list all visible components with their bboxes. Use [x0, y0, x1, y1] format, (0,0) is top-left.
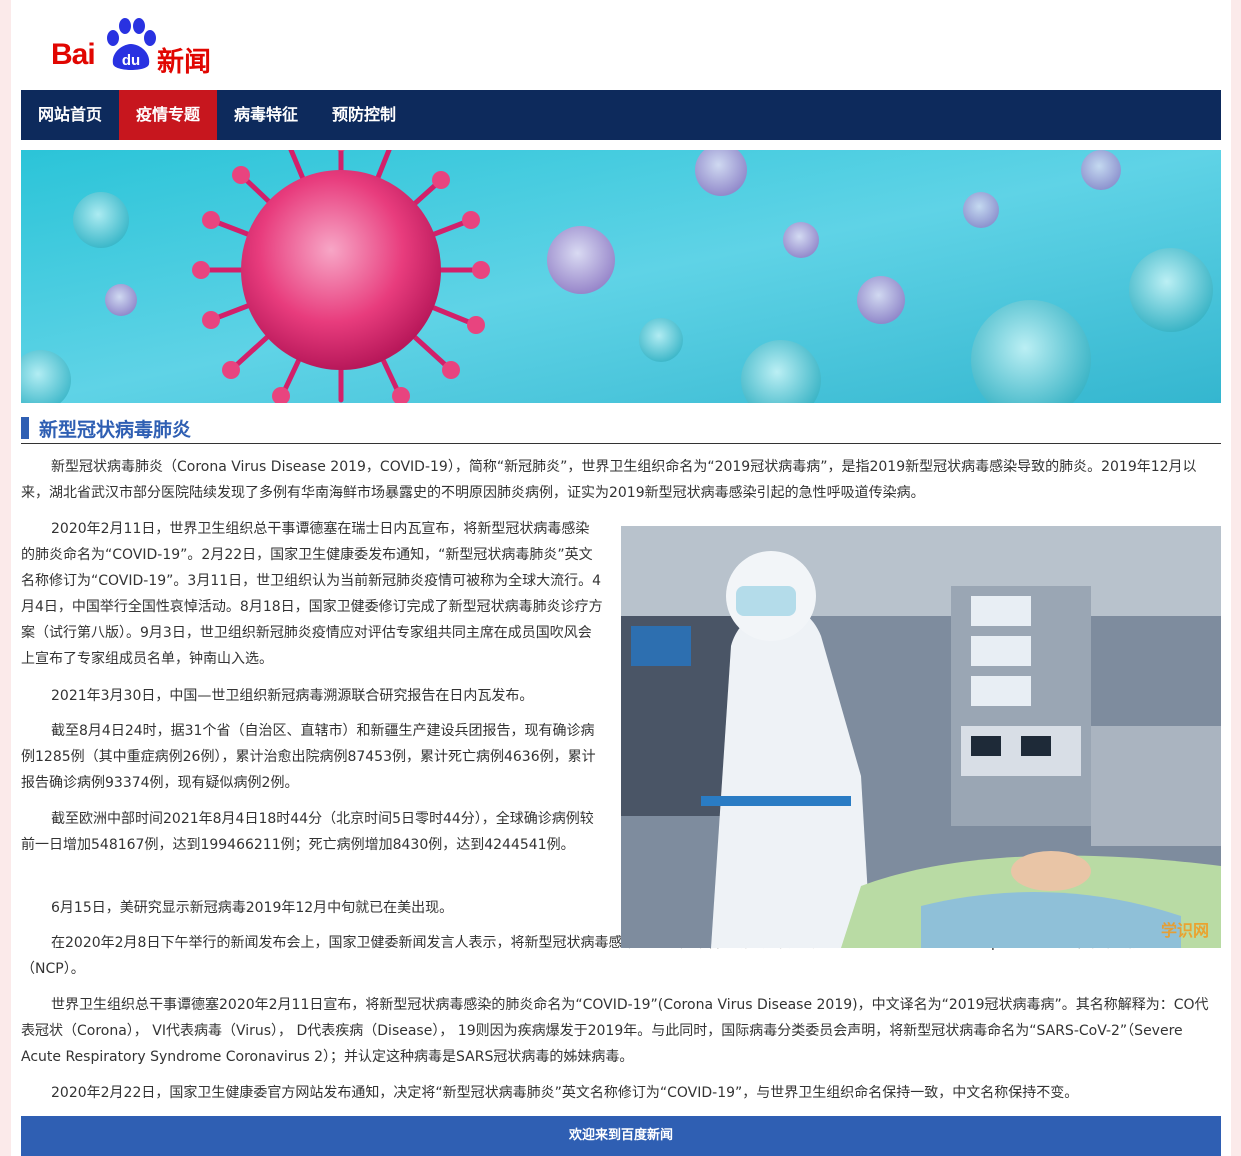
photo-watermark: 学识网: [1161, 921, 1209, 940]
virus-banner-image: [21, 150, 1221, 403]
heading-accent-bar: [21, 417, 29, 439]
nav-item-virus-features[interactable]: 病毒特征: [217, 90, 315, 140]
logo-news-text: 新闻: [157, 47, 211, 78]
paragraph-english-name: 2020年2月22日，国家卫生健康委官方网站发布通知，决定将“新型冠状病毒肺炎”…: [51, 1085, 1079, 1101]
paragraph-naming: 2020年2月11日，世界卫生组织总干事谭德塞在瑞士日内瓦宣布，将新型冠状病毒感…: [21, 521, 603, 667]
nav-item-prevention[interactable]: 预防控制: [315, 90, 413, 140]
paragraph-global-stats: 截至欧洲中部时间2021年8月4日18时44分（北京时间5日零时44分），全球确…: [21, 811, 594, 853]
nav-item-home[interactable]: 网站首页: [21, 90, 119, 140]
section-heading: 新型冠状病毒肺炎: [21, 415, 1221, 444]
nav-item-epidemic[interactable]: 疫情专题: [119, 90, 218, 140]
header: Bai du 新闻: [11, 0, 1231, 90]
logo-bai-text: Bai: [51, 38, 96, 71]
logo-du-text: du: [122, 52, 140, 69]
paragraph-intro: 新型冠状病毒肺炎（Corona Virus Disease 2019，COVID…: [21, 459, 1197, 501]
footer-banner: 欢迎来到百度新闻: [21, 1116, 1221, 1156]
baidu-paw-icon: du: [107, 18, 156, 70]
icu-medical-photo: 学识网: [621, 526, 1221, 948]
paragraph-who-naming: 世界卫生组织总干事谭德塞2020年2月11日宣布，将新型冠状病毒感染的肺炎命名为…: [21, 997, 1209, 1065]
paragraph-origin-report: 2021年3月30日，中国—世卫组织新冠病毒溯源联合研究报告在日内瓦发布。: [51, 688, 534, 704]
baidu-news-logo[interactable]: Bai du 新闻: [47, 14, 217, 78]
main-nav: 网站首页 疫情专题 病毒特征 预防控制: [21, 90, 1221, 140]
section-title: 新型冠状病毒肺炎: [39, 419, 192, 441]
paragraph-us-study: 6月15日，美研究显示新冠病毒2019年12月中旬就已在美出现。: [51, 900, 454, 916]
page: Bai du 新闻 网站首页 疫情专题 病毒特征 预防控制 新型冠状病毒肺炎 新…: [11, 0, 1231, 1156]
paragraph-china-stats: 截至8月4日24时，据31个省（自治区、直辖市）和新疆生产建设兵团报告，现有确诊…: [21, 723, 596, 791]
